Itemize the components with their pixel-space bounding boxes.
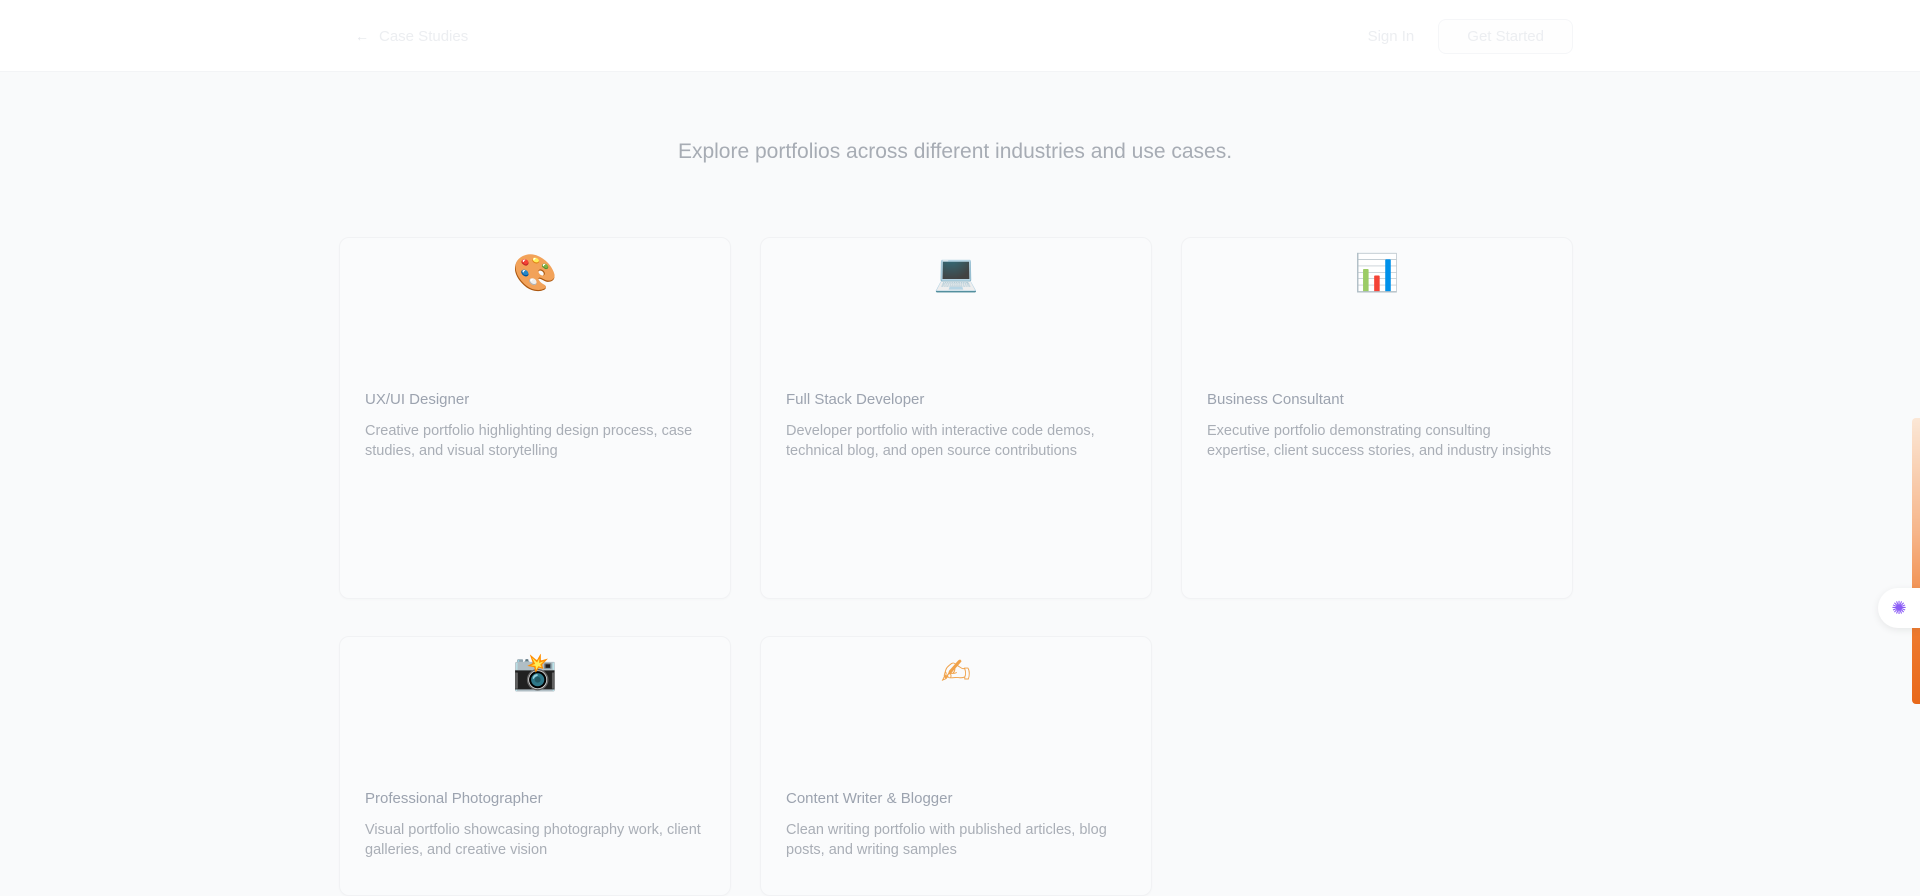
bar-chart-icon: 📊 [1354,253,1400,294]
auth-buttons: Sign In Get Started [1350,18,1573,54]
card-title: Full Stack Developer [786,391,925,408]
card-title: Professional Photographer [365,790,543,807]
palette-icon: 🎨 [512,253,558,294]
card-title: Business Consultant [1207,391,1344,408]
card-title: UX/UI Designer [365,391,470,408]
card-business-consultant[interactable]: 📊 Business Consultant Executive portfoli… [1181,237,1573,599]
nav-inner: ← Case Studies Sign In Get Started [339,0,1573,72]
sign-in-button[interactable]: Sign In [1350,20,1433,53]
writing-hand-icon: ✍ [940,652,972,693]
ai-assistant-button[interactable]: ✺ [1878,588,1920,628]
card-title: Content Writer & Blogger [786,790,953,807]
card-description: Executive portfolio demonstrating consul… [1207,423,1552,459]
scroll-progress-indicator[interactable] [1912,418,1920,704]
card-description: Developer portfolio with interactive cod… [786,423,1095,459]
card-professional-photographer[interactable]: 📸 Professional Photographer Visual portf… [339,636,731,896]
card-description: Visual portfolio showcasing photography … [365,822,701,858]
back-to-case-studies-link[interactable]: ← Case Studies [339,28,468,45]
camera-icon: 📸 [512,652,558,693]
card-ux-ui-designer[interactable]: 🎨 UX/UI Designer Creative portfolio high… [339,237,731,599]
arrow-left-icon: ← [355,28,369,44]
laptop-icon: 💻 [933,253,979,294]
page-subtitle: Explore portfolios across different indu… [677,140,1233,163]
brain-icon: ✺ [1891,597,1907,618]
top-navigation-bar: ← Case Studies Sign In Get Started [0,0,1920,72]
card-full-stack-developer[interactable]: 💻 Full Stack Developer Developer portfol… [760,237,1152,599]
card-description: Clean writing portfolio with published a… [786,822,1107,858]
card-content-writer-blogger[interactable]: ✍ Content Writer & Blogger Clean writing… [760,636,1152,896]
card-description: Creative portfolio highlighting design p… [365,423,693,459]
get-started-button[interactable]: Get Started [1438,18,1573,54]
back-link-label: Case Studies [379,27,469,45]
